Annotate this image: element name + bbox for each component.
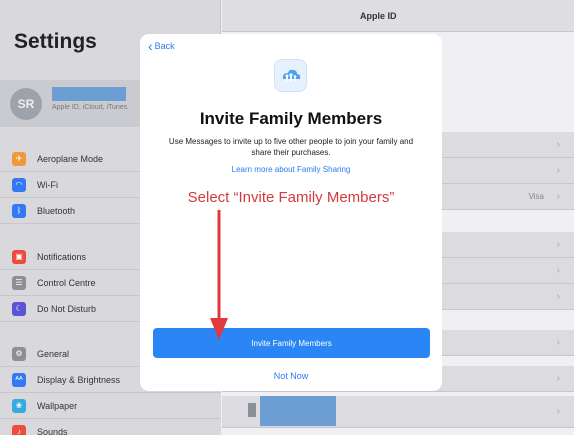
family-sharing-icon	[274, 59, 307, 92]
wifi-icon: ◠	[12, 177, 26, 192]
chevron-right-icon: ›	[556, 291, 560, 302]
sidebar-item-label: Wallpaper	[37, 400, 78, 411]
sidebar-item-label: Wi-Fi	[37, 179, 58, 190]
chevron-right-icon: ›	[556, 373, 560, 384]
account-subtitle: Apple ID, iCloud, iTunes	[52, 104, 128, 111]
chevron-right-icon: ›	[556, 165, 560, 176]
sidebar-item-label: General	[37, 348, 70, 359]
modal-description: Use Messages to invite up to five other …	[168, 137, 414, 157]
back-button[interactable]: ‹ Back	[148, 38, 175, 54]
notifications-icon: ▣	[12, 249, 26, 264]
payment-value: Visa	[528, 192, 544, 201]
chevron-left-icon: ‹	[148, 38, 153, 54]
bluetooth-icon: ᛒ	[12, 203, 26, 218]
settings-screen: Settings SR Apple ID, iCloud, iTunes ✈ A…	[0, 0, 574, 435]
device-icon	[248, 403, 256, 417]
detail-title: Apple ID	[360, 11, 397, 21]
sidebar-item-wallpaper[interactable]: ❀ Wallpaper	[0, 393, 221, 419]
wallpaper-icon: ❀	[12, 398, 26, 413]
chevron-right-icon: ›	[556, 139, 560, 150]
sidebar-item-label: Display & Brightness	[37, 374, 121, 385]
family-member-redacted	[260, 396, 336, 426]
sidebar-item-label: Control Centre	[37, 277, 96, 288]
control-centre-icon: ☰	[12, 275, 26, 290]
sidebar-item-label: Sounds	[37, 426, 68, 435]
modal-title: Invite Family Members	[199, 109, 383, 128]
sidebar-item-label: Do Not Disturb	[37, 303, 97, 314]
chevron-right-icon: ›	[556, 406, 560, 417]
sounds-icon: ♪	[12, 424, 26, 435]
chevron-right-icon: ›	[556, 337, 560, 348]
moon-icon: ☾	[12, 301, 26, 316]
gear-icon: ⚙	[12, 346, 26, 361]
detail-header	[222, 0, 574, 32]
chevron-right-icon: ›	[556, 239, 560, 250]
not-now-button[interactable]: Not Now	[140, 371, 442, 381]
sidebar-item-label: Bluetooth	[37, 205, 76, 216]
learn-more-link[interactable]: Learn more about Family Sharing	[140, 165, 442, 174]
invite-family-members-button[interactable]: Invite Family Members	[153, 328, 430, 358]
sidebar-item-label: Notifications	[37, 251, 87, 262]
sidebar-item-sounds[interactable]: ♪ Sounds	[0, 419, 221, 435]
account-name-redacted	[52, 87, 126, 101]
airplane-icon: ✈	[12, 151, 26, 166]
sidebar-item-label: Aeroplane Mode	[37, 153, 104, 164]
back-label: Back	[154, 41, 175, 51]
invite-family-modal: ‹ Back Invite Family Members Use Message…	[140, 34, 442, 391]
tutorial-annotation: Select “Invite Family Members”	[187, 189, 395, 206]
avatar: SR	[10, 88, 42, 120]
sidebar-title: Settings	[14, 30, 97, 53]
chevron-right-icon: ›	[556, 265, 560, 276]
display-icon: ᴬᴬ	[12, 372, 26, 387]
chevron-right-icon: ›	[556, 191, 560, 202]
